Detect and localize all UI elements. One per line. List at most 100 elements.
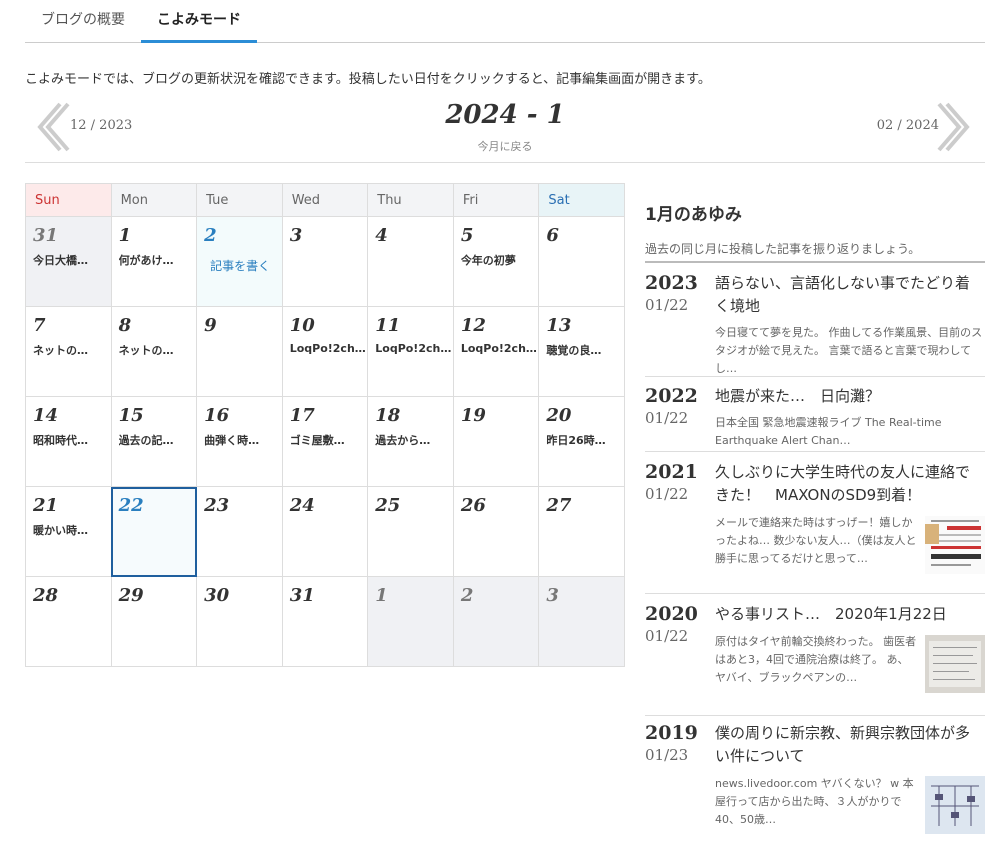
history-article[interactable]: 2022 01/22 地震が来た… 日向灘？ 日本全国 緊急地震速報ライブ Th… [645, 385, 985, 452]
day-entry-title[interactable]: 今日大橋… [33, 252, 110, 268]
calendar-day[interactable]: 11 LoqPo!2ch… [367, 306, 454, 397]
page-description: こよみモードでは、ブログの更新状況を確認できます。投稿したい日付をクリックすると… [25, 72, 711, 87]
history-article[interactable]: 2019 01/23 僕の周りに新宗教、新興宗教団体が多い件について news.… [645, 722, 985, 842]
calendar-day[interactable]: 2 記事を書く [196, 216, 283, 307]
calendar-day[interactable]: 19 [452, 396, 540, 487]
day-entry-title[interactable]: 今年の初夢 [461, 252, 538, 268]
monthly-history-sidebar: 1月のあゆみ 過去の同じ月に投稿した記事を振り返りましょう。 2023 01/2… [645, 200, 985, 834]
calendar-day[interactable]: 25 [367, 486, 454, 577]
tab-koyomi-mode[interactable]: こよみモード [141, 0, 257, 43]
day-number: 28 [33, 585, 59, 606]
history-article[interactable]: 2021 01/22 久しぶりに大学生時代の友人に連絡できた！ MAXONのSD… [645, 461, 985, 594]
article-date: 01/22 [645, 485, 689, 503]
calendar-day[interactable]: 29 [110, 576, 198, 667]
calendar-day[interactable]: 9 [196, 306, 283, 397]
day-number: 12 [460, 315, 486, 336]
weekday-tue: Tue [196, 183, 283, 217]
calendar-day[interactable]: 23 [196, 486, 283, 577]
calendar-day[interactable]: 31 今日大橋… [25, 216, 112, 307]
article-date: 01/22 [645, 627, 689, 645]
calendar-day[interactable]: 6 [538, 216, 625, 307]
article-title-link[interactable]: やる事リスト… 2020年1月22日 [715, 603, 983, 626]
calendar-day[interactable]: 27 [538, 486, 625, 577]
current-month-title: 2024 - 1 [445, 100, 565, 130]
article-title-link[interactable]: 久しぶりに大学生時代の友人に連絡できた！ MAXONのSD9到着！ [715, 461, 983, 507]
day-entry-title[interactable]: ネットの… [33, 342, 110, 358]
calendar-day[interactable]: 10 LoqPo!2ch… [281, 306, 369, 397]
weekday-header-row: Sun Mon Tue Wed Thu Fri Sat [25, 183, 625, 217]
calendar-day[interactable]: 2 [452, 576, 540, 667]
calendar-day[interactable]: 16 曲弾く時… [196, 396, 283, 487]
calendar-day[interactable]: 26 [452, 486, 540, 577]
article-year: 2023 [645, 272, 698, 294]
tab-blog-overview[interactable]: ブログの概要 [25, 0, 141, 42]
day-entry-title[interactable]: LoqPo!2ch… [375, 342, 452, 355]
article-excerpt: 原付はタイヤ前輪交換終わった。 歯医者はあと3，4回で通院治療は終了。 あ、ヤバ… [715, 635, 917, 684]
day-number: 16 [204, 405, 230, 426]
calendar-day[interactable]: 18 過去から… [367, 396, 454, 487]
article-title-link[interactable]: 地震が来た… 日向灘？ [715, 385, 983, 408]
calendar-day[interactable]: 30 [196, 576, 283, 667]
day-entry-title[interactable]: 暖かい時… [33, 522, 110, 538]
day-number: 1 [118, 225, 132, 246]
calendar-day[interactable]: 7 ネットの… [25, 306, 112, 397]
day-entry-title[interactable]: 聴覚の良… [546, 342, 623, 358]
day-number: 21 [33, 495, 59, 516]
history-article[interactable]: 2020 01/22 やる事リスト… 2020年1月22日 原付はタイヤ前輪交換… [645, 603, 985, 716]
back-to-this-month-link[interactable]: 今月に戻る [25, 138, 985, 154]
calendar-day[interactable]: 20 昨日26時… [538, 396, 625, 487]
calendar-day[interactable]: 13 聴覚の良… [538, 306, 625, 397]
day-entry-title[interactable]: ネットの… [119, 342, 196, 358]
article-title-link[interactable]: 語らない、言語化しない事でたどり着く境地 [715, 272, 983, 318]
day-entry-title[interactable]: 何があけ… [119, 252, 196, 268]
calendar-day-selected[interactable]: 22 [110, 486, 198, 577]
day-number: 27 [546, 495, 572, 516]
calendar-day[interactable]: 3 [538, 576, 625, 667]
calendar-day[interactable]: 8 ネットの… [110, 306, 198, 397]
calendar-day[interactable]: 12 LoqPo!2ch… [452, 306, 540, 397]
day-entry-title[interactable]: LoqPo!2ch… [461, 342, 538, 355]
article-thumbnail-image[interactable] [925, 776, 985, 834]
article-title-link[interactable]: 僕の周りに新宗教、新興宗教団体が多い件について [715, 722, 983, 768]
month-navigation: 12 / 2023 2024 - 1 今月に戻る 02 / 2024 [25, 98, 985, 163]
day-number: 24 [289, 495, 315, 516]
day-entry-title[interactable]: 昨日26時… [546, 432, 623, 448]
day-entry-title[interactable]: ゴミ屋敷… [290, 432, 367, 448]
calendar-day[interactable]: 28 [25, 576, 112, 667]
day-number: 30 [204, 585, 230, 606]
calendar-day[interactable]: 24 [281, 486, 369, 577]
day-entry-title[interactable]: 過去から… [375, 432, 452, 448]
calendar-day[interactable]: 21 暖かい時… [25, 486, 112, 577]
day-number: 7 [33, 315, 46, 336]
calendar-day[interactable]: 31 [281, 576, 369, 667]
calendar-day[interactable]: 1 何があけ… [110, 216, 198, 307]
calendar-week: 7 ネットの… 8 ネットの… 9 10 LoqPo!2ch… 11 LoqPo!2ch… [25, 306, 625, 397]
day-entry-title[interactable]: LoqPo!2ch… [290, 342, 367, 355]
next-month-link[interactable]: 02 / 2024 [877, 118, 939, 133]
day-entry-title[interactable]: 昭和時代… [33, 432, 110, 448]
article-date: 01/23 [645, 746, 689, 764]
calendar-day[interactable]: 15 過去の記… [110, 396, 198, 487]
day-entry-title[interactable]: 曲弾く時… [204, 432, 281, 448]
calendar-day[interactable]: 3 [281, 216, 369, 307]
next-month-chevron-icon[interactable] [937, 100, 977, 154]
day-number: 3 [289, 225, 303, 246]
calendar-week: 14 昭和時代… 15 過去の記… 16 曲弾く時… 17 ゴミ屋敷… 18 過去から… … [25, 396, 625, 487]
article-thumbnail-image[interactable] [925, 516, 985, 574]
history-article[interactable]: 2023 01/22 語らない、言語化しない事でたどり着く境地 今日寝てて夢を見… [645, 272, 985, 377]
day-entry-title[interactable]: 過去の記… [119, 432, 196, 448]
day-number: 20 [546, 405, 572, 426]
article-thumbnail-image[interactable] [925, 635, 985, 693]
day-number: 31 [33, 225, 59, 246]
article-year: 2021 [645, 461, 698, 483]
weekday-fri: Fri [452, 183, 540, 217]
day-number: 19 [460, 405, 486, 426]
day-number: 13 [546, 315, 572, 336]
article-date: 01/22 [645, 296, 689, 314]
calendar-day[interactable]: 1 [367, 576, 454, 667]
calendar-day[interactable]: 4 [367, 216, 454, 307]
calendar-day[interactable]: 17 ゴミ屋敷… [281, 396, 369, 487]
calendar-day[interactable]: 14 昭和時代… [25, 396, 112, 487]
calendar-day[interactable]: 5 今年の初夢 [452, 216, 540, 307]
write-article-link[interactable]: 記事を書く [210, 257, 281, 274]
